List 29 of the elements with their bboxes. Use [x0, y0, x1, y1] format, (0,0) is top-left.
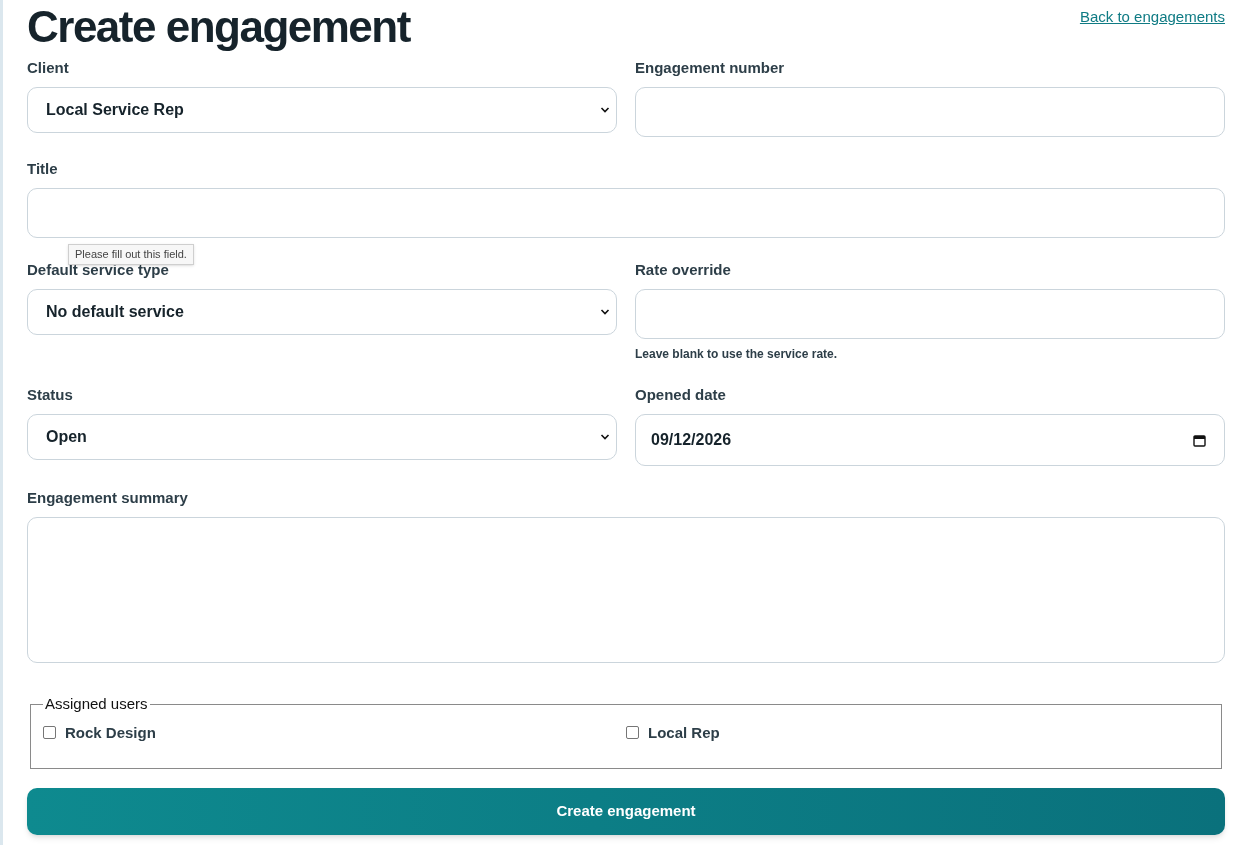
back-link[interactable]: Back to engagements — [1079, 6, 1225, 29]
select-field[interactable]: Open — [27, 414, 617, 460]
select-field[interactable]: No default service — [27, 289, 617, 335]
fieldset-legend: Assigned users — [43, 693, 150, 716]
date-field[interactable]: 09/12/2026 — [635, 414, 1225, 466]
help-text: Leave blank to use the service rate. — [635, 346, 838, 363]
field-label: Rate override — [635, 260, 731, 279]
input-field[interactable] — [27, 188, 1225, 238]
field-label: Client — [27, 58, 69, 77]
input-field[interactable] — [635, 289, 1225, 339]
input-field[interactable] — [635, 87, 1225, 137]
checkbox-label: Rock Design — [65, 722, 156, 743]
page-title: Create engagement — [27, 2, 410, 52]
field-label: Opened date — [635, 385, 726, 404]
create-engagement-button[interactable]: Create engagement — [27, 788, 1225, 835]
select-field[interactable]: Local Service Rep — [27, 87, 617, 133]
textarea-field[interactable] — [27, 517, 1225, 663]
validation-tooltip: Please fill out this field. — [68, 244, 194, 265]
calendar-icon — [1193, 433, 1206, 447]
chevron-down-icon — [600, 106, 610, 114]
field-label: Engagement summary — [27, 488, 188, 507]
field-label: Engagement number — [635, 58, 785, 77]
chevron-down-icon — [600, 433, 610, 441]
chevron-down-icon — [600, 308, 610, 316]
checkbox[interactable] — [626, 726, 639, 740]
checkbox[interactable] — [43, 726, 56, 740]
field-label: Title — [27, 159, 58, 178]
checkbox-label: Local Rep — [648, 722, 720, 743]
field-label: Status — [27, 385, 73, 404]
